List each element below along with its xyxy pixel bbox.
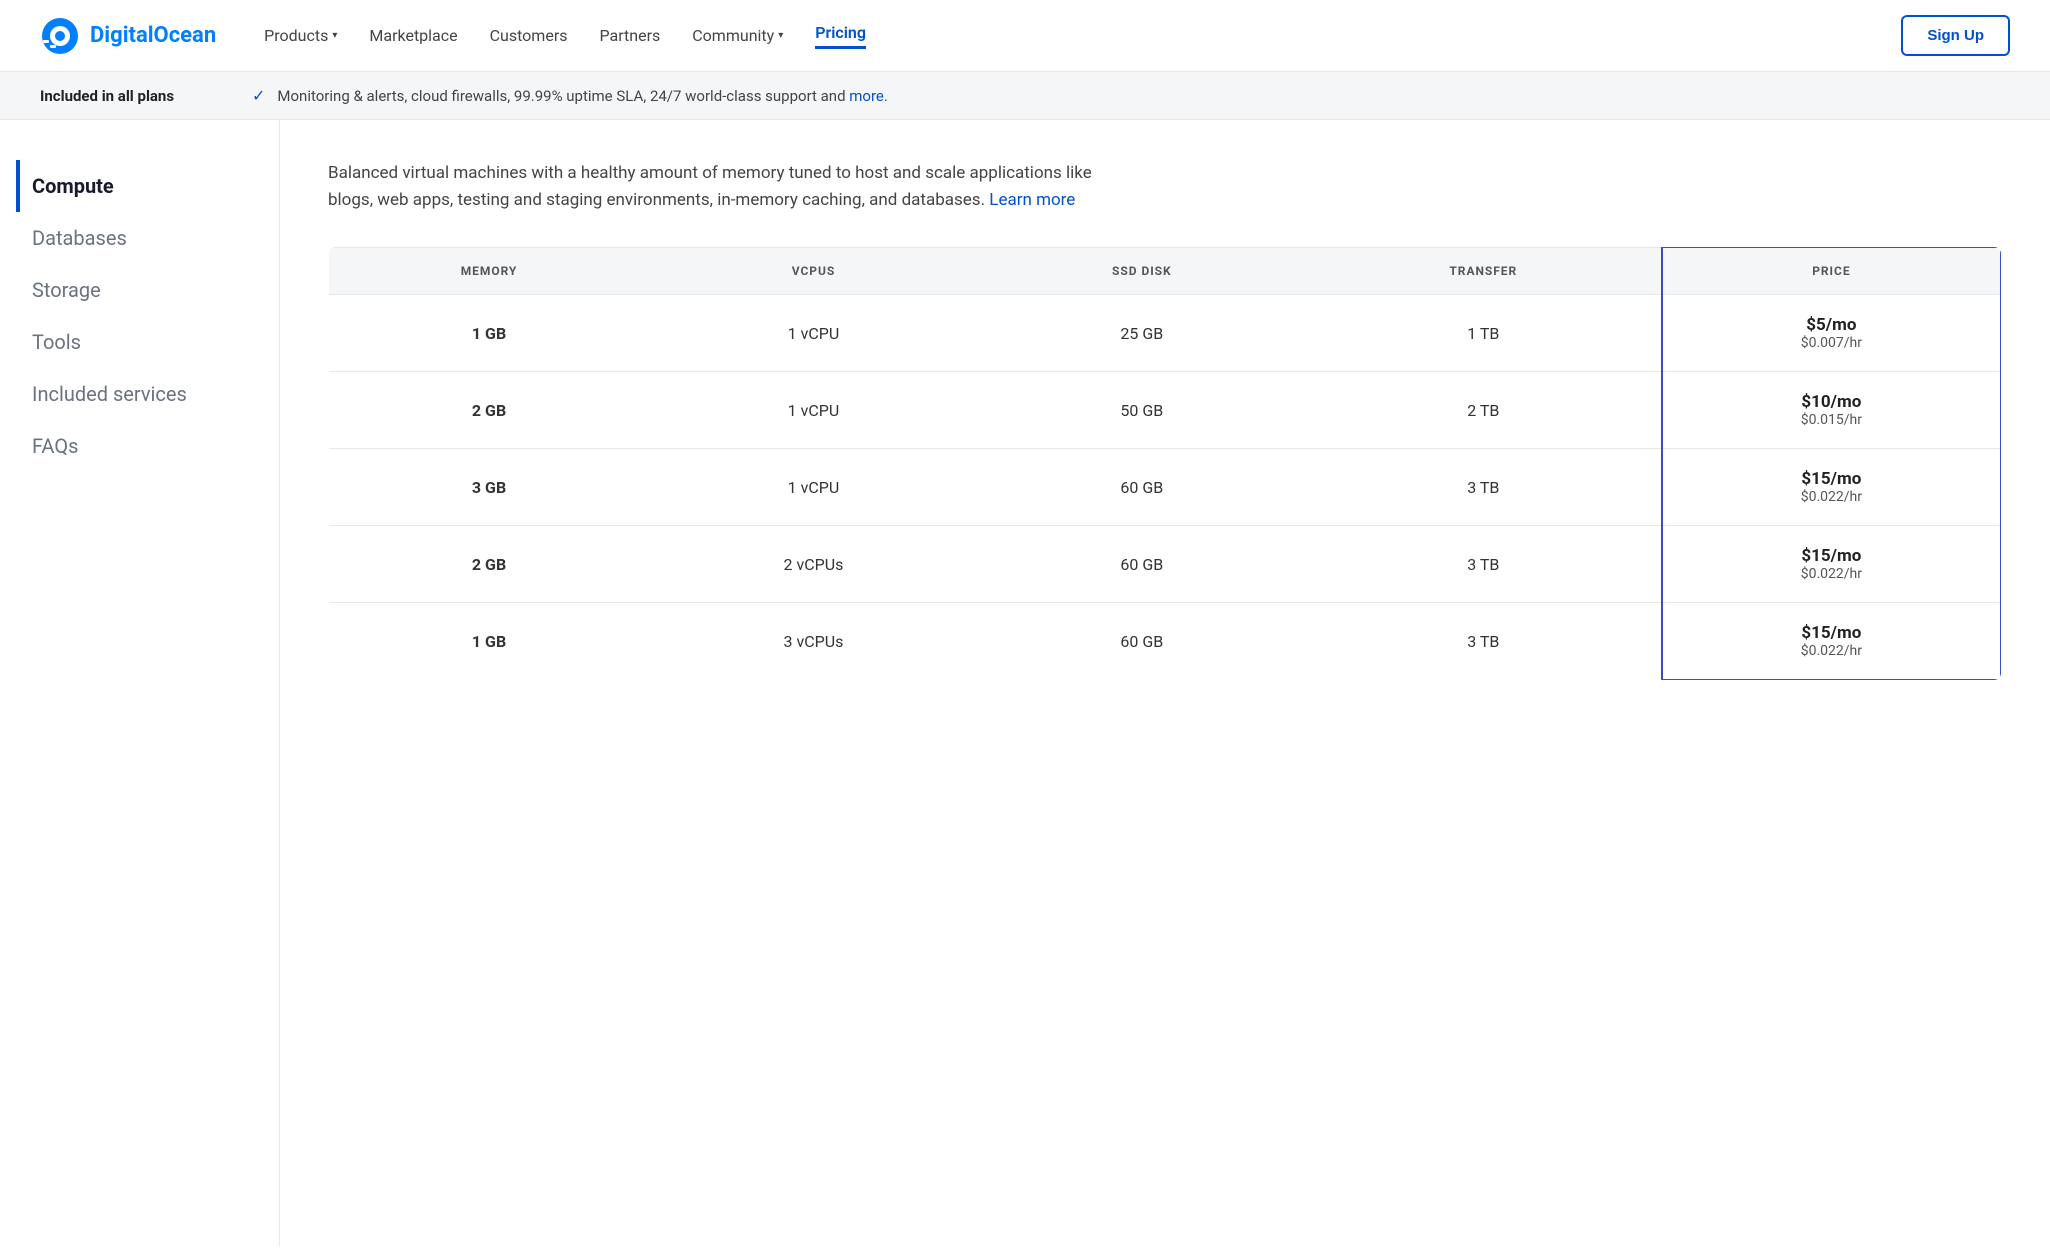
col-vcpus: VCPUS <box>649 247 978 295</box>
main-content: Balanced virtual machines with a healthy… <box>280 120 2050 1246</box>
cell-price: $15/mo $0.022/hr <box>1662 449 2001 526</box>
sidebar-item-databases[interactable]: Databases <box>32 212 247 264</box>
price-hourly: $0.022/hr <box>1687 489 1976 505</box>
nav-marketplace[interactable]: Marketplace <box>369 26 457 45</box>
cell-transfer: 1 TB <box>1306 295 1662 372</box>
logo-link[interactable]: DigitalOcean <box>40 16 216 56</box>
chevron-down-icon: ▾ <box>778 30 783 41</box>
nav-community[interactable]: Community ▾ <box>692 26 783 45</box>
price-monthly: $5/mo <box>1687 315 1976 335</box>
table-header: MEMORY VCPUS SSD DISK TRANSFER PRICE <box>329 247 2002 295</box>
cell-transfer: 3 TB <box>1306 603 1662 681</box>
cell-memory: 2 GB <box>329 372 650 449</box>
sidebar-item-included-services[interactable]: Included services <box>32 368 247 420</box>
col-transfer: TRANSFER <box>1306 247 1662 295</box>
cell-vcpus: 2 vCPUs <box>649 526 978 603</box>
price-monthly: $15/mo <box>1687 546 1976 566</box>
table-row: 1 GB 1 vCPU 25 GB 1 TB $5/mo $0.007/hr <box>329 295 2002 372</box>
cell-vcpus: 1 vCPU <box>649 449 978 526</box>
cell-price: $10/mo $0.015/hr <box>1662 372 2001 449</box>
navbar: DigitalOcean Products ▾ Marketplace Cust… <box>0 0 2050 72</box>
learn-more-link[interactable]: Learn more <box>989 190 1075 210</box>
table-row: 1 GB 3 vCPUs 60 GB 3 TB $15/mo $0.022/hr <box>329 603 2002 681</box>
cell-memory: 3 GB <box>329 449 650 526</box>
price-monthly: $15/mo <box>1687 469 1976 489</box>
cell-transfer: 3 TB <box>1306 526 1662 603</box>
price-monthly: $10/mo <box>1687 392 1976 412</box>
col-price: PRICE <box>1662 247 2001 295</box>
col-ssd: SSD DISK <box>978 247 1306 295</box>
sidebar-item-faqs[interactable]: FAQs <box>32 420 247 472</box>
table-body: 1 GB 1 vCPU 25 GB 1 TB $5/mo $0.007/hr 2… <box>329 295 2002 681</box>
banner-left-text: Included in all plans <box>40 87 240 105</box>
sidebar-item-compute[interactable]: Compute <box>16 160 247 212</box>
banner: Included in all plans ✓ Monitoring & ale… <box>0 72 2050 120</box>
sidebar-item-storage[interactable]: Storage <box>32 264 247 316</box>
nav-pricing[interactable]: Pricing <box>815 23 866 49</box>
nav-links: Products ▾ Marketplace Customers Partner… <box>264 23 1901 49</box>
price-hourly: $0.022/hr <box>1687 566 1976 582</box>
cell-ssd: 50 GB <box>978 372 1306 449</box>
cell-transfer: 2 TB <box>1306 372 1662 449</box>
pricing-table: MEMORY VCPUS SSD DISK TRANSFER PRICE 1 G… <box>328 246 2002 681</box>
cell-ssd: 60 GB <box>978 449 1306 526</box>
cell-price: $5/mo $0.007/hr <box>1662 295 2001 372</box>
nav-products[interactable]: Products ▾ <box>264 26 337 45</box>
cell-memory: 1 GB <box>329 295 650 372</box>
banner-more-link[interactable]: more. <box>849 87 888 105</box>
cell-vcpus: 1 vCPU <box>649 295 978 372</box>
nav-customers[interactable]: Customers <box>490 26 568 45</box>
table-row: 3 GB 1 vCPU 60 GB 3 TB $15/mo $0.022/hr <box>329 449 2002 526</box>
logo-icon <box>40 16 80 56</box>
cell-transfer: 3 TB <box>1306 449 1662 526</box>
price-hourly: $0.015/hr <box>1687 412 1976 428</box>
check-icon: ✓ <box>252 86 265 105</box>
cell-vcpus: 3 vCPUs <box>649 603 978 681</box>
cell-ssd: 25 GB <box>978 295 1306 372</box>
cell-price: $15/mo $0.022/hr <box>1662 526 2001 603</box>
cell-price: $15/mo $0.022/hr <box>1662 603 2001 681</box>
price-monthly: $15/mo <box>1687 623 1976 643</box>
nav-partners[interactable]: Partners <box>600 26 661 45</box>
sidebar-item-tools[interactable]: Tools <box>32 316 247 368</box>
cell-ssd: 60 GB <box>978 526 1306 603</box>
cell-ssd: 60 GB <box>978 603 1306 681</box>
table-row: 2 GB 1 vCPU 50 GB 2 TB $10/mo $0.015/hr <box>329 372 2002 449</box>
cell-memory: 1 GB <box>329 603 650 681</box>
compute-description: Balanced virtual machines with a healthy… <box>328 160 1128 214</box>
banner-description: Monitoring & alerts, cloud firewalls, 99… <box>277 87 887 105</box>
price-hourly: $0.022/hr <box>1687 643 1976 659</box>
col-memory: MEMORY <box>329 247 650 295</box>
sidebar: Compute Databases Storage Tools Included… <box>0 120 280 1246</box>
cell-memory: 2 GB <box>329 526 650 603</box>
cell-vcpus: 1 vCPU <box>649 372 978 449</box>
signup-button[interactable]: Sign Up <box>1901 15 2010 56</box>
logo-text: DigitalOcean <box>90 23 216 48</box>
chevron-down-icon: ▾ <box>332 30 337 41</box>
main-layout: Compute Databases Storage Tools Included… <box>0 120 2050 1246</box>
price-hourly: $0.007/hr <box>1687 335 1976 351</box>
table-row: 2 GB 2 vCPUs 60 GB 3 TB $15/mo $0.022/hr <box>329 526 2002 603</box>
